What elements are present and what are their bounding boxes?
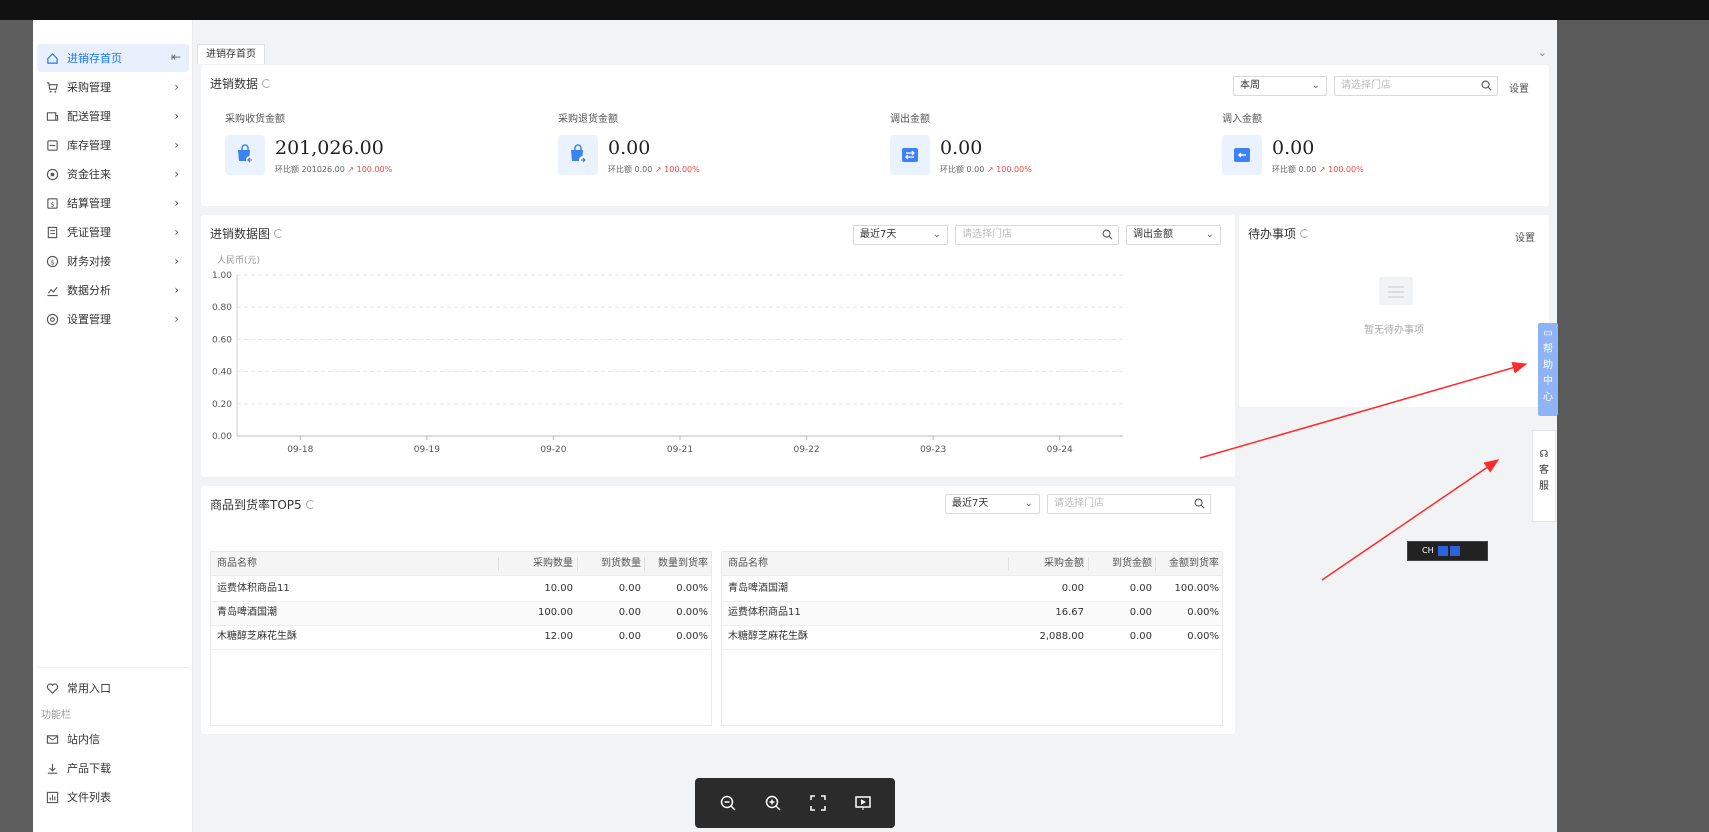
fullscreen-icon[interactable] <box>807 792 829 814</box>
image-viewer-toolbar <box>695 778 895 828</box>
zoom-in-icon[interactable] <box>762 792 784 814</box>
annotation-arrows <box>1199 361 1528 581</box>
zoom-out-icon[interactable] <box>717 792 739 814</box>
annotation-arrow-help <box>1199 361 1528 459</box>
annotation-arrow-service <box>1321 459 1500 581</box>
slideshow-icon[interactable] <box>852 792 874 814</box>
